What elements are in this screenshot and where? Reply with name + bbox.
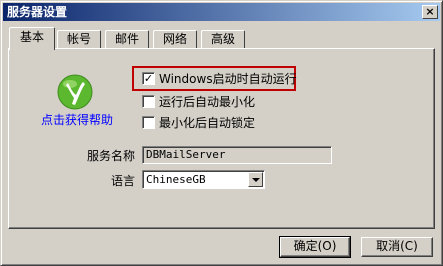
tab-advanced[interactable]: 高级 [201, 30, 245, 49]
cancel-button-label: 取消(C) [376, 239, 418, 253]
server-settings-dialog: 服务器设置 × 基本 帐号 邮件 网络 高级 点击获得帮助 ✓ Windows启… [0, 0, 443, 266]
language-select[interactable]: ChineseGB [142, 170, 265, 189]
tab-label: 基本 [19, 30, 44, 44]
chevron-down-icon[interactable] [248, 172, 263, 187]
close-button[interactable]: × [422, 5, 438, 19]
title-bar[interactable]: 服务器设置 × [3, 3, 440, 21]
help-logo-icon[interactable] [56, 73, 94, 111]
tab-label: 邮件 [114, 32, 139, 46]
autostart-label[interactable]: Windows启动时自动运行 [159, 70, 297, 87]
minimize-after-run-label[interactable]: 运行后自动最小化 [159, 93, 255, 110]
tab-basic[interactable]: 基本 [9, 27, 55, 50]
tab-label: 高级 [210, 32, 235, 46]
checkmark-icon: ✓ [143, 72, 154, 85]
ok-button-label: 确定(O) [293, 239, 337, 253]
help-link[interactable]: 点击获得帮助 [41, 111, 113, 128]
minimize-after-run-checkbox[interactable] [142, 95, 155, 108]
close-icon: × [425, 5, 435, 18]
language-label: 语言 [111, 174, 136, 188]
cancel-button[interactable]: 取消(C) [361, 237, 433, 257]
lock-after-minimize-checkbox[interactable] [142, 116, 155, 129]
tab-label: 网络 [162, 32, 187, 46]
language-select-value: ChineseGB [146, 173, 206, 186]
window-title: 服务器设置 [7, 5, 68, 19]
lock-after-minimize-label[interactable]: 最小化后自动锁定 [159, 114, 255, 131]
tab-network[interactable]: 网络 [153, 30, 197, 49]
server-name-field: DBMailServer [142, 146, 332, 164]
server-name-label: 服务名称 [87, 149, 136, 163]
tab-label: 帐号 [66, 32, 91, 46]
tab-mail[interactable]: 邮件 [105, 30, 149, 49]
autostart-checkbox[interactable]: ✓ [142, 72, 155, 85]
ok-button[interactable]: 确定(O) [279, 236, 351, 258]
tab-account[interactable]: 帐号 [57, 30, 101, 49]
